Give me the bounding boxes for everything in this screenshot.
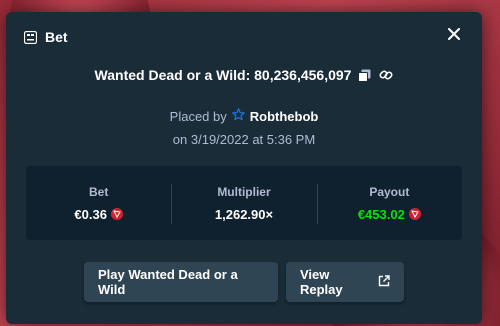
username-link[interactable]: Robthebob <box>250 109 319 124</box>
placed-by-row: Placed by Robthebob <box>6 108 482 124</box>
stat-payout-value: €453.02 <box>358 207 421 222</box>
play-game-button-label: Play Wanted Dead or a Wild <box>98 267 238 297</box>
stat-multiplier-label: Multiplier <box>217 184 271 199</box>
game-title-row: Wanted Dead or a Wild: 80,236,456,097 <box>6 67 482 83</box>
view-replay-button-label: View Replay <box>300 267 343 297</box>
stat-bet: Bet €0.36 <box>26 166 171 240</box>
stat-multiplier: Multiplier 1,262.90× <box>171 166 316 240</box>
modal-title: Bet <box>45 29 68 45</box>
bet-slip-icon <box>23 30 38 44</box>
play-game-button[interactable]: Play Wanted Dead or a Wild <box>84 262 278 302</box>
stat-bet-value: €0.36 <box>74 207 123 222</box>
placed-by-label: Placed by <box>169 108 227 124</box>
stat-multiplier-value: 1,262.90× <box>214 206 274 222</box>
action-buttons: Play Wanted Dead or a Wild View Replay <box>6 262 482 302</box>
copy-icon <box>358 69 371 82</box>
tron-coin-icon <box>408 208 421 220</box>
copy-button[interactable] <box>357 68 372 83</box>
view-replay-button[interactable]: View Replay <box>286 262 404 302</box>
share-link-button[interactable] <box>378 68 393 83</box>
tron-coin-icon <box>110 208 123 220</box>
bet-stats-panel: Bet €0.36 Multiplier 1,262.90× Payout €4… <box>26 166 462 240</box>
close-icon <box>448 27 460 45</box>
stat-payout: Payout €453.02 <box>316 166 462 240</box>
stat-payout-amount: €453.02 <box>357 206 405 222</box>
bet-timestamp: on 3/19/2022 at 5:36 PM <box>172 132 316 147</box>
stat-bet-amount: €0.36 <box>74 206 107 222</box>
link-icon <box>379 70 393 80</box>
external-link-icon <box>378 274 390 290</box>
close-button[interactable] <box>444 26 464 46</box>
stat-bet-label: Bet <box>88 184 109 199</box>
game-title-with-bet-id: Wanted Dead or a Wild: 80,236,456,097 <box>94 67 352 83</box>
star-badge-icon <box>231 108 245 124</box>
modal-header: Bet <box>23 29 68 45</box>
bet-details-modal: Bet Wanted Dead or a Wild: 80,236,456,09… <box>6 12 482 324</box>
stat-payout-label: Payout <box>369 184 410 199</box>
